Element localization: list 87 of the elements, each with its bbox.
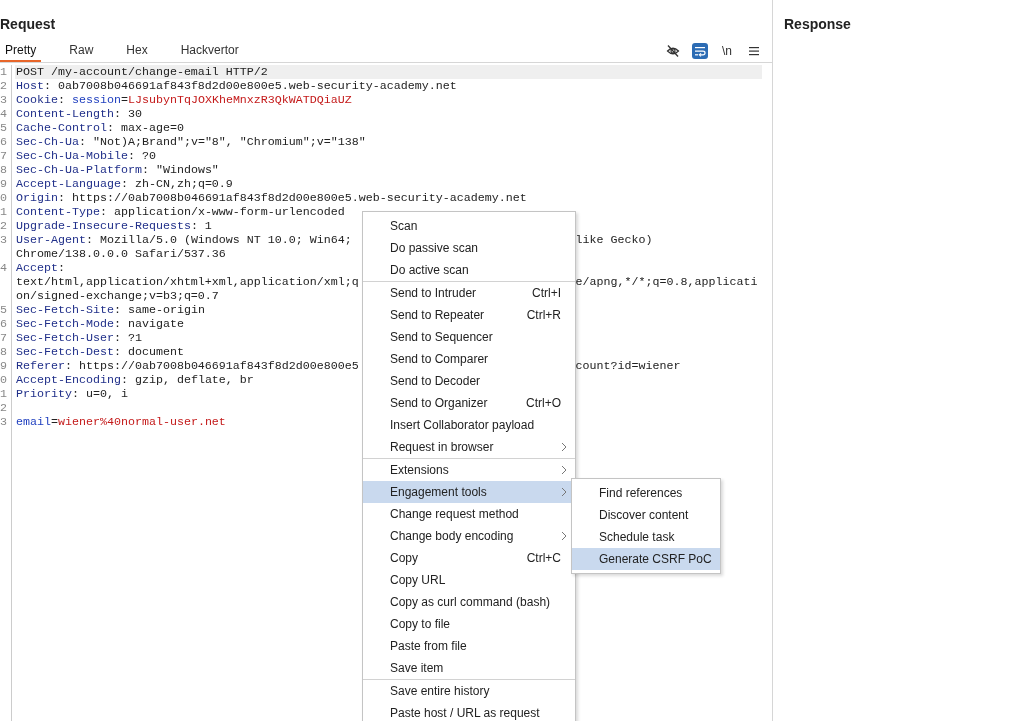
code-line: Priority: u=0, i	[16, 387, 128, 401]
shortcut-label: Ctrl+C	[526, 550, 562, 567]
line-number: 4	[0, 261, 7, 275]
tab[interactable]: Pretty	[0, 40, 42, 62]
menu-item[interactable]: Schedule task	[572, 526, 720, 548]
panel-title: Request	[0, 15, 56, 33]
menu-item[interactable]: Insert Collaborator payload	[363, 414, 575, 436]
menu-item[interactable]: Paste from file	[363, 635, 575, 657]
code-line: User-Agent: Mozilla/5.0 (Windows NT 10.0; Win64;	[16, 233, 352, 247]
menu-item[interactable]: Save item	[363, 657, 575, 679]
code-line: Accept-Encoding: gzip, deflate, br	[16, 373, 254, 387]
line-number: 0	[0, 191, 7, 205]
shortcut-label: Ctrl+I	[532, 285, 562, 302]
menu-item[interactable]: Send to Sequencer	[363, 326, 575, 348]
menu-item[interactable]: Send to Organizer Ctrl+O	[363, 392, 575, 414]
line-number: 5	[0, 121, 7, 135]
menu-item[interactable]: Change request method	[363, 503, 575, 525]
code-line: Sec-Ch-Ua-Platform: "Windows"	[16, 163, 219, 177]
line-number: 9	[0, 359, 7, 373]
tab[interactable]: Hex	[121, 40, 153, 62]
menu-item[interactable]: Do passive scan	[363, 237, 575, 259]
menu-item[interactable]: Paste host / URL as request	[363, 702, 575, 721]
tab[interactable]: Hackvertor	[175, 40, 244, 62]
code-line: on/signed-exchange;v=b3;q=0.7	[16, 289, 219, 303]
code-line: Origin: https://0ab7008b046691af843f8d2d00e800e5.web-security-academy.net	[16, 191, 527, 205]
line-number: 1	[0, 205, 7, 219]
code-line: email=wiener%40normal-user.net	[16, 415, 226, 429]
code-line: Content-Type: application/x-www-form-urlencoded	[16, 205, 345, 219]
code-line: Sec-Ch-Ua-Mobile: ?0	[16, 149, 156, 163]
line-number: 2	[0, 219, 7, 233]
code-line: like Gecko)	[575, 233, 653, 247]
line-number: 5	[0, 303, 7, 317]
code-line: Upgrade-Insecure-Requests: 1	[16, 219, 212, 233]
line-number: 1	[0, 65, 7, 79]
menu-item[interactable]: Request in browser	[363, 436, 575, 458]
line-number: 7	[0, 331, 7, 345]
code-line: Chrome/138.0.0.0 Safari/537.36	[16, 247, 226, 261]
code-line: Sec-Fetch-User: ?1	[16, 331, 142, 345]
code-line: Accept-Language: zh-CN,zh;q=0.9	[16, 177, 233, 191]
line-number: 0	[0, 373, 7, 387]
shortcut-label: Ctrl+R	[526, 307, 562, 324]
shortcut-label: Ctrl+O	[526, 395, 562, 412]
menu-item[interactable]: Copy to file	[363, 613, 575, 635]
line-number: 4	[0, 107, 7, 121]
line-number: 3	[0, 233, 7, 247]
menu-item[interactable]: Copy as curl command (bash)	[363, 591, 575, 613]
panel-title: Response	[783, 15, 851, 33]
line-number: 2	[0, 401, 7, 415]
line-number: 8	[0, 163, 7, 177]
code-line: Cookie: session=LJsubynTqJOXKheMnxzR3QkWATDQiaUZ	[16, 93, 352, 107]
eye-slash-icon[interactable]	[665, 43, 681, 59]
menu-item[interactable]: Save entire history	[363, 680, 575, 702]
line-number: 9	[0, 177, 7, 191]
code-line: Cache-Control: max-age=0	[16, 121, 184, 135]
menu-item[interactable]: Send to Comparer	[363, 348, 575, 370]
code-line: Sec-Fetch-Site: same-origin	[16, 303, 205, 317]
code-line: count?id=wiener	[575, 359, 681, 373]
line-number: 6	[0, 317, 7, 331]
line-number: 3	[0, 415, 7, 429]
menu-item[interactable]: Copy Ctrl+C	[363, 547, 575, 569]
menu-item[interactable]: Generate CSRF PoC	[572, 548, 720, 570]
menu-item[interactable]: Find references	[572, 482, 720, 504]
line-number: 3	[0, 93, 7, 107]
menu-item[interactable]: Scan	[363, 215, 575, 237]
menu-item[interactable]: Do active scan	[363, 259, 575, 281]
line-number: 7	[0, 149, 7, 163]
menu-item[interactable]: Send to Intruder Ctrl+I	[363, 282, 575, 304]
code-line: text/html,application/xhtml+xml,application/xml;q	[16, 275, 359, 289]
tab[interactable]: Raw	[64, 40, 99, 62]
code-line: Sec-Fetch-Mode: navigate	[16, 317, 184, 331]
code-line: Content-Length: 30	[16, 107, 142, 121]
code-line: Accept:	[16, 261, 65, 275]
wrap-icon[interactable]	[692, 43, 708, 59]
menu-item[interactable]: Copy URL	[363, 569, 575, 591]
line-number: 1	[0, 387, 7, 401]
line-number: 6	[0, 135, 7, 149]
menu-item[interactable]: Send to Repeater Ctrl+R	[363, 304, 575, 326]
code-line: e/apng,*/*;q=0.8,applicati	[575, 275, 758, 289]
newline-toggle[interactable]: \n	[719, 43, 735, 59]
menu-item[interactable]: Send to Decoder	[363, 370, 575, 392]
line-number: 2	[0, 79, 7, 93]
code-line: Referer: https://0ab7008b046691af843f8d2d00e800e5	[16, 359, 359, 373]
line-number: 8	[0, 345, 7, 359]
code-line: Host: 0ab7008b046691af843f8d2d00e800e5.web-security-academy.net	[16, 79, 457, 93]
code-line: Sec-Fetch-Dest: document	[16, 345, 184, 359]
code-line: Sec-Ch-Ua: "Not)A;Brand";v="8", "Chromium";v="138"	[16, 135, 366, 149]
menu-item[interactable]: Discover content	[572, 504, 720, 526]
